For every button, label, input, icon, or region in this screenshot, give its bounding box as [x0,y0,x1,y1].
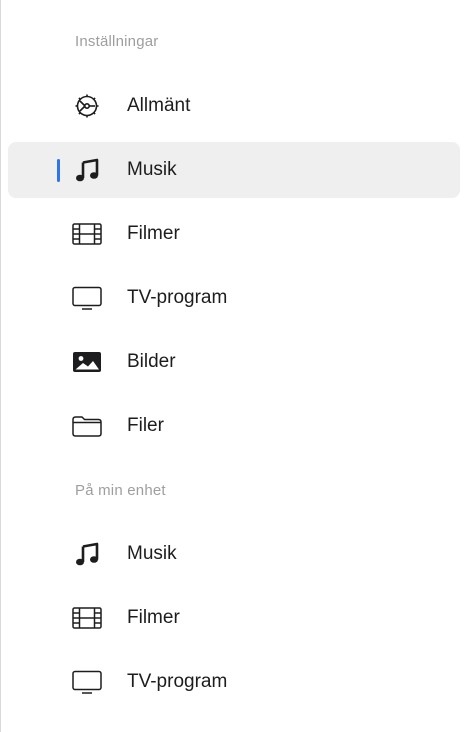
section-header-installningar: Inställningar [75,33,159,50]
sidebar: Inställningar Allmänt Musik Filmer TV-pr… [0,0,466,732]
sidebar-item-filmer[interactable]: Filmer [8,206,460,262]
gear-icon [69,93,105,119]
film-icon [69,221,105,247]
sidebar-item-label: Allmänt [127,95,191,116]
sidebar-item-label: TV-program [127,287,228,308]
sidebar-item-label: TV-program [127,671,228,692]
sidebar-item-bilder[interactable]: Bilder [8,334,460,390]
sidebar-item-device-tv-program[interactable]: TV-program [8,654,460,710]
sidebar-item-label: Filmer [127,223,180,244]
sidebar-item-device-musik[interactable]: Musik [8,526,460,582]
selection-indicator [57,159,60,182]
film-icon [69,605,105,631]
folder-icon [69,413,105,439]
sidebar-item-label: Filer [127,415,164,436]
sidebar-item-device-filmer[interactable]: Filmer [8,590,460,646]
sidebar-item-label: Musik [127,159,177,180]
tv-icon [69,285,105,311]
sidebar-item-musik[interactable]: Musik [8,142,460,198]
section-header-pa-min-enhet: På min enhet [75,482,166,499]
sidebar-item-label: Filmer [127,607,180,628]
music-note-icon [69,541,105,567]
sidebar-item-tv-program[interactable]: TV-program [8,270,460,326]
photo-icon [69,349,105,375]
sidebar-item-label: Bilder [127,351,176,372]
sidebar-item-label: Musik [127,543,177,564]
sidebar-item-filer[interactable]: Filer [8,398,460,454]
sidebar-item-allmant[interactable]: Allmänt [8,78,460,134]
tv-icon [69,669,105,695]
music-note-icon [69,157,105,183]
